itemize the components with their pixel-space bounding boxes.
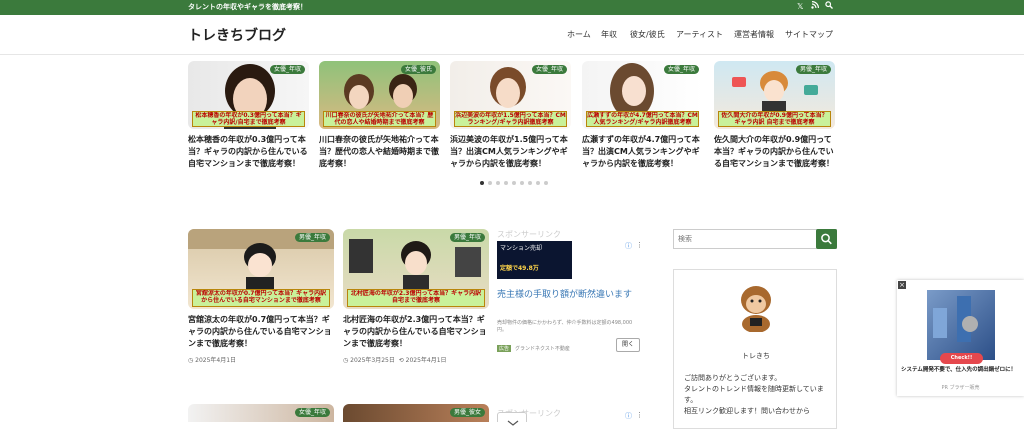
slider-dot[interactable] xyxy=(496,181,500,185)
nav-sitemap[interactable]: サイトマップ xyxy=(785,29,833,40)
profile-text-1: ご訪問ありがとうございます。 xyxy=(684,374,782,382)
search-icon[interactable] xyxy=(825,1,833,13)
thumbnail-caption: 浜辺美波の年収が1.5億円って本当？CMランキング/ギャラ内訳徹底考察 xyxy=(454,111,567,127)
category-badge: 女優_彼氏 xyxy=(400,65,436,74)
chevron-down-icon xyxy=(507,420,519,426)
nav-artist[interactable]: アーティスト xyxy=(676,29,723,40)
article-card-thumbnail[interactable]: 男優_彼女 xyxy=(343,404,489,422)
card-title[interactable]: 宮舘涼太の年収が0.7億円って本当？ギャラの内訳から住んでいる自宅マンションまで… xyxy=(188,314,334,350)
adchoices-icon[interactable]: ⓘ xyxy=(625,241,632,251)
search-input[interactable] xyxy=(678,233,814,245)
ad-badge: 広告 xyxy=(497,345,512,352)
thumbnail-caption: 北村匠海の年収が2.3億円って本当？ギャラ内訳 自宅まで徹底考察 xyxy=(347,289,485,307)
slider-card[interactable]: 男優_年収 佐久間大介の年収が0.9億円って本当？ギャラ内訳 自宅まで徹底考察 … xyxy=(714,61,835,170)
category-badge: 男優_年収 xyxy=(449,233,485,242)
search-icon xyxy=(821,233,832,245)
article-card[interactable]: 男優_年収 宮舘涼太の年収が0.7億円って本当？ギャラ内訳から住んでいる自宅マン… xyxy=(188,229,334,364)
more-options-icon[interactable]: ⋮ xyxy=(636,241,643,249)
card-thumbnail[interactable]: 女優_年収 浜辺美波の年収が1.5億円って本当？CMランキング/ギャラ内訳徹底考… xyxy=(450,61,571,129)
slider-dot[interactable] xyxy=(512,181,516,185)
card-thumbnail[interactable]: 男優_年収 佐久間大介の年収が0.9億円って本当？ギャラ内訳 自宅まで徹底考察 xyxy=(714,61,835,129)
slider-dot[interactable] xyxy=(528,181,532,185)
slider-dot[interactable] xyxy=(520,181,524,185)
card-thumbnail[interactable]: 女優_年収 松本穂香の年収が0.3億円って本当？ギャラ内訳/自宅まで徹底考察 xyxy=(188,61,309,129)
more-options-icon[interactable]: ⋮ xyxy=(636,411,643,419)
category-badge: 男優_年収 xyxy=(795,65,831,74)
card-title[interactable]: 松本穂香の年収が0.3億円って本当？ギャラの内訳から住んでいる自宅マンションまで… xyxy=(188,134,309,170)
adchoices-icon[interactable]: ⓘ xyxy=(625,411,632,421)
card-title[interactable]: 浜辺美波の年収が1.5億円って本当？出演CM人気ランキングやギャラから内訳を徹底… xyxy=(450,134,571,170)
nav-income[interactable]: 年収 xyxy=(601,29,617,40)
category-badge: 女優_年収 xyxy=(663,65,699,74)
post-date: ◷ 2025年4月1日 xyxy=(188,357,237,364)
close-icon[interactable]: × xyxy=(898,281,906,289)
category-badge: 男優_年収 xyxy=(294,233,330,242)
card-title[interactable]: 広瀬すずの年収が4.7億円って本当？出演CM人気ランキングやギャラから内訳を徹底… xyxy=(582,134,703,170)
slider-card[interactable]: 女優_年収 松本穂香の年収が0.3億円って本当？ギャラ内訳/自宅まで徹底考察 松… xyxy=(188,61,309,170)
slider-card[interactable]: 女優_彼氏 川口春奈の彼氏が矢地祐介って本当？歴代の恋人や結婚時期まで徹底考察 … xyxy=(319,61,440,170)
ad-sponsor: グランドネクスト不動産 xyxy=(515,346,570,352)
category-badge: 女優_年収 xyxy=(531,65,567,74)
rss-icon[interactable] xyxy=(811,1,819,13)
site-logo[interactable]: トレきちブログ xyxy=(188,25,286,45)
site-header: トレきちブログ ホーム 年収 彼女/彼氏 アーティスト 運営者情報 サイトマップ xyxy=(0,15,1024,55)
slider-dot[interactable] xyxy=(544,181,548,185)
collapse-ad-tab[interactable] xyxy=(497,412,527,426)
card-thumbnail[interactable]: 男優_年収 宮舘涼太の年収が0.7億円って本当？ギャラ内訳から住んでいる自宅マン… xyxy=(188,229,334,309)
card-thumbnail[interactable]: 女優_彼氏 川口春奈の彼氏が矢地祐介って本当？歴代の恋人や結婚時期まで徹底考察 xyxy=(319,61,440,129)
slider-card[interactable]: 女優_年収 広瀬すずの年収が4.7億円って本当？CM人気ランキング/ギャラ内訳徹… xyxy=(582,61,703,170)
float-ad-text[interactable]: システム開発不要で、仕入先の調出鍋ゼロに！ xyxy=(901,366,1021,374)
ad-body: 売却物件の価格にかかわらず、仲介手数料は定額の498,000円。 xyxy=(497,320,633,333)
profile-text-3: 相互リンク歓迎します！問い合わせから xyxy=(684,407,810,415)
floating-ad[interactable]: × Check!! システム開発不要で、仕入先の調出鍋ゼロに！ PR ブラザー販… xyxy=(897,280,1024,396)
ad-image[interactable]: マンション売却 定額で49.8万 xyxy=(497,241,572,279)
nav-about[interactable]: 運営者情報 xyxy=(734,29,774,40)
slider-dot[interactable] xyxy=(488,181,492,185)
top-bar: タレントの年収やギャラを徹底考察！ 𝕏 xyxy=(0,0,1024,15)
search-field[interactable] xyxy=(673,229,837,249)
post-date: ◷ 2025年3月25日 ⟲ 2025年4月1日 xyxy=(343,357,447,364)
category-badge: 男優_彼女 xyxy=(449,408,485,417)
sponsored-ad[interactable]: スポンサーリンク ⓘ ⋮ マンション売却 定額で49.8万 売主様の手取り額が断… xyxy=(497,229,643,404)
site-tagline: タレントの年収やギャラを徹底考察！ xyxy=(188,3,307,11)
slider-dot[interactable] xyxy=(480,181,484,185)
profile-name: トレきち xyxy=(742,352,770,360)
card-title[interactable]: 北村匠海の年収が2.3億円って本当？ギャラの内訳から住んでいる自宅マンションまで… xyxy=(343,314,489,350)
article-card[interactable]: 男優_年収 北村匠海の年収が2.3億円って本当？ギャラ内訳 自宅まで徹底考察 北… xyxy=(343,229,489,364)
monkey-avatar xyxy=(741,286,771,332)
profile-widget: トレきち ご訪問ありがとうございます。 タレントのトレンド情報を随時更新していま… xyxy=(673,269,837,429)
x-icon[interactable]: 𝕏 xyxy=(797,1,803,13)
ad-image[interactable] xyxy=(927,290,995,360)
profile-text-2: タレントのトレンド情報を随時更新しています。 xyxy=(684,385,824,404)
card-thumbnail[interactable]: 女優_年収 広瀬すずの年収が4.7億円って本当？CM人気ランキング/ギャラ内訳徹… xyxy=(582,61,703,129)
nav-partner[interactable]: 彼女/彼氏 xyxy=(630,29,665,40)
sponsor-label: スポンサーリンク xyxy=(497,230,561,239)
thumbnail-caption: 広瀬すずの年収が4.7億円って本当？CM人気ランキング/ギャラ内訳徹底考察 xyxy=(586,111,699,127)
ad-headline[interactable]: 売主様の手取り額が断然違います xyxy=(497,288,643,302)
search-button[interactable] xyxy=(816,229,837,249)
category-badge: 女優_年収 xyxy=(269,65,305,74)
thumbnail-caption: 佐久間大介の年収が0.9億円って本当？ギャラ内訳 自宅まで徹底考察 xyxy=(718,111,831,127)
slider-dot[interactable] xyxy=(536,181,540,185)
ad-open-button[interactable]: 開く xyxy=(616,338,640,352)
card-title[interactable]: 佐久間大介の年収が0.9億円って本当？ギャラの内訳から住んでいる自宅マンションま… xyxy=(714,134,835,170)
slider-card[interactable]: 女優_年収 浜辺美波の年収が1.5億円って本当？CMランキング/ギャラ内訳徹底考… xyxy=(450,61,571,170)
category-badge: 女優_年収 xyxy=(294,408,330,417)
card-thumbnail[interactable]: 男優_年収 北村匠海の年収が2.3億円って本当？ギャラ内訳 自宅まで徹底考察 xyxy=(343,229,489,309)
check-button[interactable]: Check!! xyxy=(940,353,983,364)
thumbnail-caption: 宮舘涼太の年収が0.7億円って本当？ギャラ内訳から住んでいる自宅マンションまで徹… xyxy=(192,289,330,307)
nav-home[interactable]: ホーム xyxy=(567,29,591,40)
thumbnail-caption: 松本穂香の年収が0.3億円って本当？ギャラ内訳/自宅まで徹底考察 xyxy=(192,111,305,127)
float-ad-pr: PR ブラザー販売 xyxy=(941,385,980,391)
thumbnail-caption: 川口春奈の彼氏が矢地祐介って本当？歴代の恋人や結婚時期まで徹底考察 xyxy=(323,111,436,127)
card-title[interactable]: 川口春奈の彼氏が矢地祐介って本当？歴代の恋人や結婚時期まで徹底考察！ xyxy=(319,134,440,170)
article-card-thumbnail[interactable]: 女優_年収 xyxy=(188,404,334,422)
slider-dot[interactable] xyxy=(504,181,508,185)
